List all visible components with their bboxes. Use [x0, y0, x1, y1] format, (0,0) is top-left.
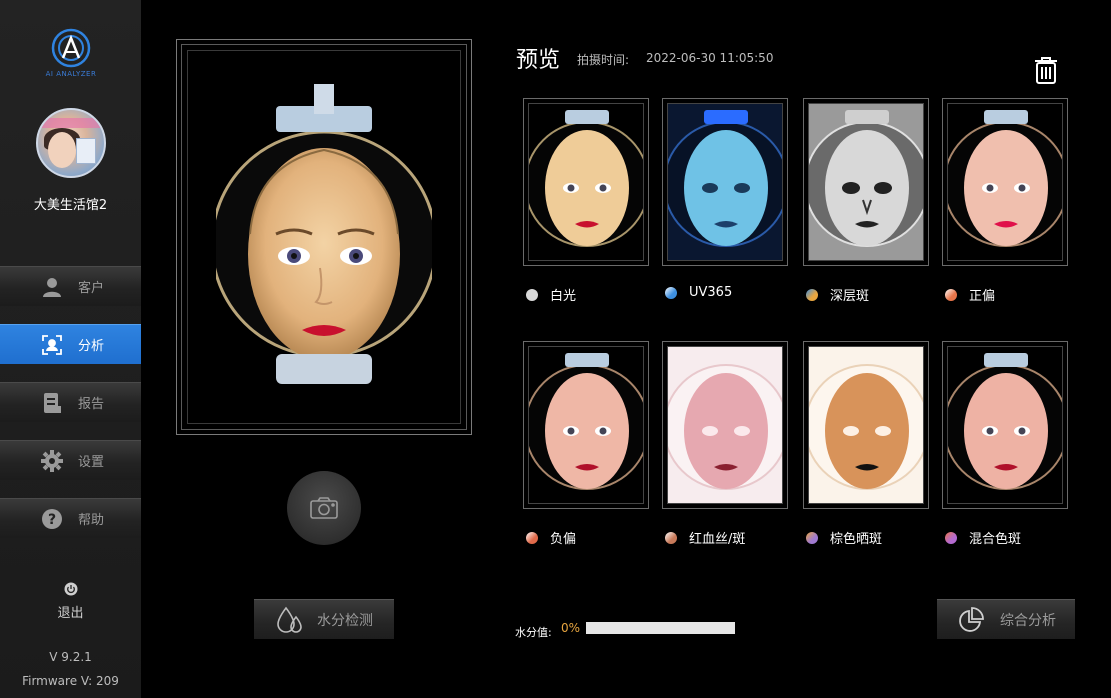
thumbnail-label: 混合色斑: [945, 528, 1021, 547]
logout-button[interactable]: 退出: [0, 582, 141, 621]
delete-button[interactable]: [1034, 56, 1058, 84]
sidebar-item-label: 分析: [78, 339, 105, 354]
thumbnail-label: 深层斑: [806, 285, 869, 304]
shop-avatar[interactable]: [36, 108, 106, 178]
thumbnail-mixed-spots[interactable]: [942, 341, 1068, 509]
svg-text:?: ?: [48, 512, 56, 528]
sidebar-item-report[interactable]: 报告: [0, 382, 141, 422]
sidebar-item-label: 客户: [78, 281, 105, 296]
thumbnail-label: 正偏: [945, 285, 995, 304]
thumbnail-label: UV365: [665, 285, 732, 300]
firmware-version: Firmware V: 209: [22, 674, 119, 688]
gear-icon: [40, 449, 64, 473]
sidebar-item-label: 帮助: [78, 513, 105, 528]
trash-icon: [1035, 57, 1057, 84]
page-title: 预览: [516, 48, 561, 73]
sidebar-item-label: 报告: [78, 397, 105, 412]
camera-icon: [310, 497, 338, 519]
thumbnail-label: 红血丝/斑: [665, 528, 745, 547]
comprehensive-analysis-label: 综合分析: [1000, 612, 1056, 629]
thumbnail-white-light[interactable]: [523, 98, 649, 266]
shop-name: 大美生活馆2: [33, 198, 108, 213]
mode-dot-icon: [665, 286, 677, 299]
comprehensive-analysis-button[interactable]: 综合分析: [937, 599, 1075, 639]
sidebar-item-help[interactable]: ? 帮助: [0, 498, 141, 538]
face-scan-icon: [40, 333, 64, 357]
capture-time-value: 2022-06-30 11:05:50: [646, 51, 774, 65]
logo-text: AI ANALYZER: [45, 70, 97, 78]
logout-label: 退出: [57, 606, 84, 621]
moisture-test-label: 水分检测: [317, 612, 373, 629]
report-icon: [40, 391, 64, 415]
thumbnail-red-vessels[interactable]: [662, 341, 788, 509]
moisture-test-button[interactable]: 水分检测: [254, 599, 394, 639]
app-version: V 9.2.1: [49, 650, 92, 664]
pie-chart-icon: [956, 605, 986, 635]
moisture-label: 水分值:: [515, 626, 552, 639]
app-logo: AI ANALYZER: [45, 28, 97, 86]
ai-analyzer-logo-icon: [51, 28, 91, 68]
thumbnail-parallel-polarized[interactable]: [942, 98, 1068, 266]
moisture-value: 0%: [561, 621, 581, 635]
sidebar-item-settings[interactable]: 设置: [0, 440, 141, 480]
thumbnail-cross-polarized[interactable]: [523, 341, 649, 509]
capture-button[interactable]: [287, 471, 361, 545]
mode-dot-icon: [665, 531, 677, 544]
mode-dot-icon: [806, 531, 818, 544]
thumbnail-label: 白光: [526, 285, 576, 304]
mode-dot-icon: [806, 288, 818, 301]
thumbnail-label: 负偏: [526, 528, 576, 547]
thumbnail-label: 棕色晒斑: [806, 528, 882, 547]
power-icon: [64, 582, 77, 596]
mode-dot-icon: [526, 288, 538, 301]
mode-dot-icon: [945, 288, 957, 301]
water-drops-icon: [275, 605, 305, 635]
sidebar-item-customer[interactable]: 客户: [0, 266, 141, 306]
mode-dot-icon: [945, 531, 957, 544]
mode-dot-icon: [526, 531, 538, 544]
user-icon: [40, 275, 64, 299]
help-icon: ?: [40, 507, 64, 531]
sidebar-item-analysis[interactable]: 分析: [0, 324, 141, 364]
moisture-progress-bar: [586, 622, 735, 634]
thumbnail-deep-spots[interactable]: [803, 98, 929, 266]
thumbnail-uv365[interactable]: [662, 98, 788, 266]
live-preview-image: [216, 84, 432, 398]
sidebar: AI ANALYZER 大美生活馆2 客户 分析 报告 设置 ? 帮助 退出 V…: [0, 0, 141, 698]
sidebar-item-label: 设置: [78, 455, 105, 470]
thumbnail-brown-spots[interactable]: [803, 341, 929, 509]
capture-time-label: 拍摄时间:: [577, 53, 630, 67]
